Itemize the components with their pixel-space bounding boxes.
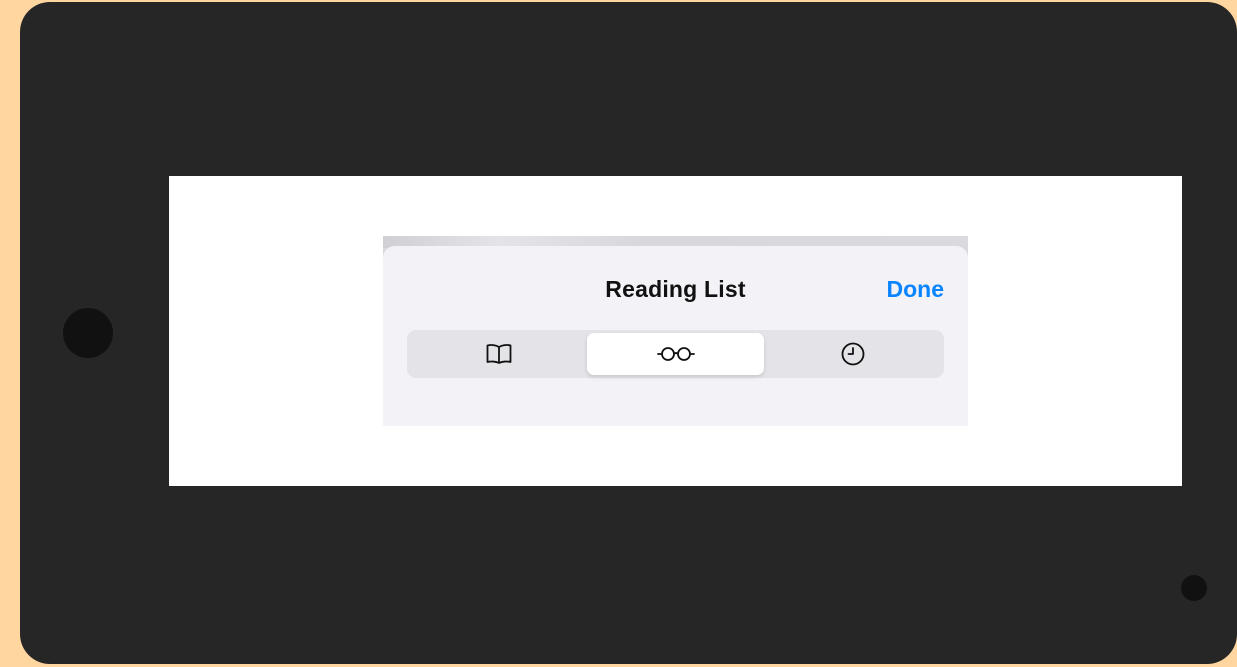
glasses-icon bbox=[656, 347, 695, 361]
camera-lens bbox=[1181, 575, 1207, 601]
segment-reading-list[interactable] bbox=[587, 333, 764, 375]
segmented-control bbox=[407, 330, 944, 378]
sheet-title: Reading List bbox=[605, 276, 746, 302]
reading-list-sheet: Reading List Done bbox=[383, 246, 968, 426]
done-button[interactable]: Done bbox=[887, 276, 945, 303]
clock-icon bbox=[841, 342, 864, 366]
home-button[interactable] bbox=[63, 308, 113, 358]
reading-list-panel: Reading List Done bbox=[383, 236, 968, 426]
book-icon bbox=[486, 344, 511, 364]
screen: Reading List Done bbox=[169, 176, 1182, 486]
segment-history[interactable] bbox=[764, 333, 941, 375]
tablet-device-frame: Reading List Done bbox=[20, 2, 1237, 664]
segment-bookmarks[interactable] bbox=[410, 333, 587, 375]
